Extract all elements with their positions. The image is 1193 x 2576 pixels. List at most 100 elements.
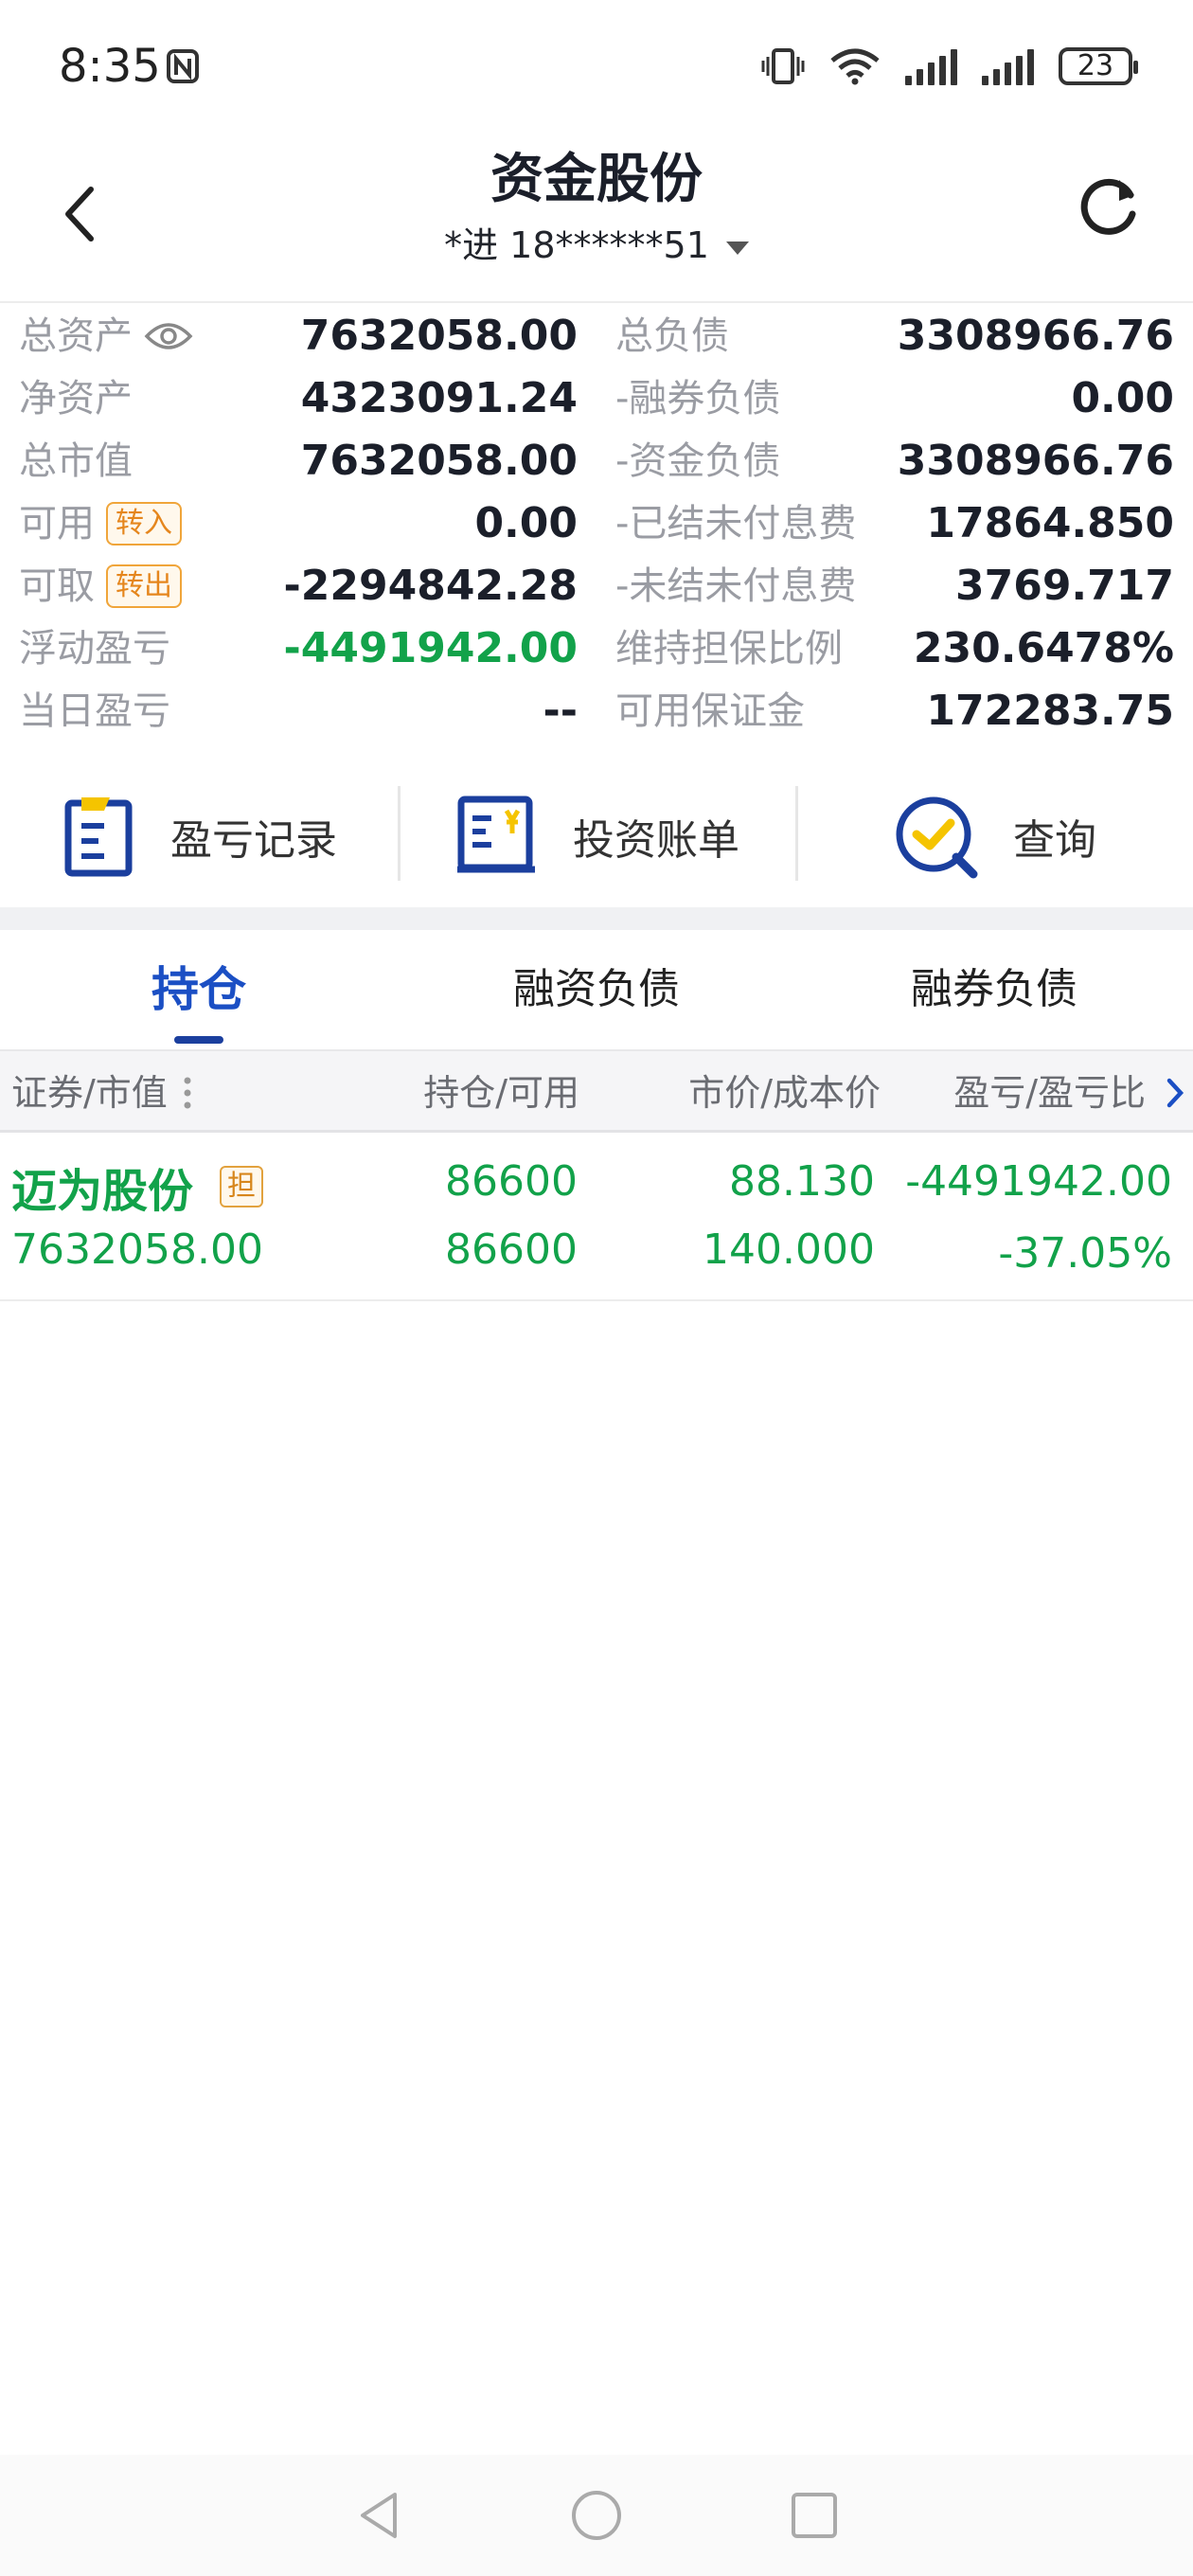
summary-row: 总市值 7632058.00 -资金负债 3308966.76	[0, 430, 1193, 492]
transfer-in-button[interactable]: 转入	[106, 502, 182, 546]
query-label: 查询	[1013, 816, 1096, 865]
system-nav-bar	[0, 2455, 1193, 2576]
unsettled-unpaid-interest-value: 3769.717	[954, 562, 1174, 610]
margin-liabilities-label: -资金负债	[615, 439, 781, 483]
refresh-button[interactable]	[1072, 167, 1148, 242]
wifi-icon	[830, 48, 880, 85]
pl-record-button[interactable]: 盈亏记录	[0, 765, 398, 907]
investment-bill-button[interactable]: 投资账单	[398, 765, 795, 907]
total-market-value-label: 总市值	[19, 439, 133, 483]
short-liabilities-label: -融券负债	[615, 377, 781, 420]
settled-unpaid-interest-label: -已结未付息费	[615, 502, 857, 546]
available-label-wrap: 可用 转入	[19, 492, 182, 555]
page-header: 资金股份 *进 18******51	[0, 133, 1193, 303]
triangle-back-icon	[361, 2493, 397, 2538]
status-bar: 8:35 23	[0, 0, 1193, 133]
withdrawable-label-wrap: 可取 转出	[19, 555, 182, 617]
clock: 8:35	[59, 40, 161, 93]
battery-icon: 23	[1059, 47, 1138, 85]
margin-liabilities-value: 3308966.76	[897, 437, 1174, 485]
header-pl[interactable]: 盈亏/盈亏比	[953, 1051, 1146, 1135]
available-qty: 86600	[445, 1225, 578, 1274]
nav-recents-button[interactable]	[786, 2487, 843, 2544]
battery-level: 23	[1077, 49, 1114, 82]
account-label: *进 18******51	[444, 224, 709, 266]
signal-1-icon	[905, 47, 957, 85]
more-vertical-icon	[184, 1077, 191, 1109]
header-price[interactable]: 市价/成本价	[688, 1051, 881, 1135]
security-name: 迈为股份	[11, 1165, 194, 1218]
available-margin-label: 可用保证金	[615, 689, 805, 733]
refresh-icon	[1080, 178, 1136, 235]
position-tabs: 持仓 融资负债 融券负债	[0, 930, 1193, 1049]
account-selector[interactable]: *进 18******51	[0, 216, 1193, 268]
record-icon	[64, 797, 133, 877]
nav-back-button[interactable]	[350, 2487, 407, 2544]
square-recents-icon	[792, 2493, 837, 2538]
asset-summary: 总资产 7632058.00 总负债 3308966.76 净资产 432309…	[0, 305, 1193, 750]
header-security[interactable]: 证券/市值	[11, 1051, 192, 1135]
settled-unpaid-interest-value: 17864.850	[926, 499, 1174, 547]
collateral-badge: 担	[220, 1166, 264, 1208]
market-price: 88.130	[729, 1157, 875, 1206]
withdrawable-label: 可取	[19, 564, 95, 608]
summary-row: 浮动盈亏 -4491942.00 维持担保比例 230.6478%	[0, 617, 1193, 680]
signal-2-icon	[982, 47, 1034, 85]
pl-record-label: 盈亏记录	[170, 816, 337, 865]
profit-loss-ratio: -37.05%	[998, 1229, 1172, 1278]
maintenance-ratio-label: 维持担保比例	[615, 627, 843, 671]
total-liabilities-label: 总负债	[615, 314, 729, 358]
available-label: 可用	[19, 502, 95, 546]
section-divider	[0, 907, 1193, 930]
summary-row: 可用 转入 0.00 -已结未付息费 17864.850	[0, 492, 1193, 555]
daily-pl-value: --	[543, 687, 578, 735]
quick-actions: 盈亏记录 投资账单 查询	[0, 765, 1193, 907]
caret-down-icon	[725, 241, 749, 255]
available-value: 0.00	[474, 499, 578, 547]
table-row[interactable]: 迈为股份 担 7632058.00 86600 86600 88.130 140…	[0, 1135, 1193, 1301]
nav-home-button[interactable]	[568, 2487, 625, 2544]
available-margin-value: 172283.75	[926, 687, 1174, 735]
summary-label-left: 总资产	[19, 305, 193, 367]
cost-price: 140.000	[703, 1225, 875, 1274]
profit-loss: -4491942.00	[905, 1157, 1172, 1206]
transfer-out-button[interactable]: 转出	[106, 564, 182, 608]
scroll-right-button[interactable]	[1165, 1051, 1185, 1138]
header-position[interactable]: 持仓/可用	[423, 1051, 579, 1135]
short-liabilities-value: 0.00	[1071, 374, 1174, 422]
maintenance-ratio-value: 230.6478%	[913, 624, 1174, 672]
market-value: 7632058.00	[11, 1225, 263, 1274]
vibrate-icon	[761, 48, 805, 84]
total-market-value: 7632058.00	[300, 437, 578, 485]
summary-row: 总资产 7632058.00 总负债 3308966.76	[0, 305, 1193, 367]
header-security-label: 证券/市值	[11, 1072, 168, 1114]
total-assets-label: 总资产	[19, 314, 133, 358]
query-button[interactable]: 查询	[795, 765, 1193, 907]
query-icon	[896, 796, 978, 879]
tab-financing-liabilities[interactable]: 融资负债	[398, 930, 795, 1049]
investment-bill-label: 投资账单	[573, 816, 739, 865]
net-assets-label: 净资产	[19, 377, 133, 420]
summary-row: 可取 转出 -2294842.28 -未结未付息费 3769.717	[0, 555, 1193, 617]
summary-row: 净资产 4323091.24 -融券负债 0.00	[0, 367, 1193, 430]
table-header: 证券/市值 持仓/可用 市价/成本价 盈亏/盈亏比	[0, 1049, 1193, 1133]
chevron-right-icon	[1166, 1078, 1184, 1108]
nfc-icon	[166, 49, 199, 83]
eye-icon[interactable]	[144, 321, 193, 351]
tab-securities-lending-liabilities[interactable]: 融券负债	[795, 930, 1193, 1049]
total-assets-value: 7632058.00	[300, 312, 578, 360]
unsettled-unpaid-interest-label: -未结未付息费	[615, 564, 857, 608]
tab-holdings[interactable]: 持仓	[0, 930, 398, 1049]
floating-pl-value: -4491942.00	[283, 624, 578, 672]
security-name-cell: 迈为股份 担	[11, 1154, 264, 1220]
bill-icon	[457, 796, 535, 873]
page-title: 资金股份	[490, 149, 703, 210]
summary-row: 当日盈亏 -- 可用保证金 172283.75	[0, 680, 1193, 742]
withdrawable-value: -2294842.28	[283, 562, 578, 610]
net-assets-value: 4323091.24	[300, 374, 578, 422]
floating-pl-label: 浮动盈亏	[19, 627, 170, 671]
position-qty: 86600	[445, 1157, 578, 1206]
status-icons: 23	[761, 47, 1138, 85]
daily-pl-label: 当日盈亏	[19, 689, 170, 733]
circle-home-icon	[572, 2491, 621, 2540]
